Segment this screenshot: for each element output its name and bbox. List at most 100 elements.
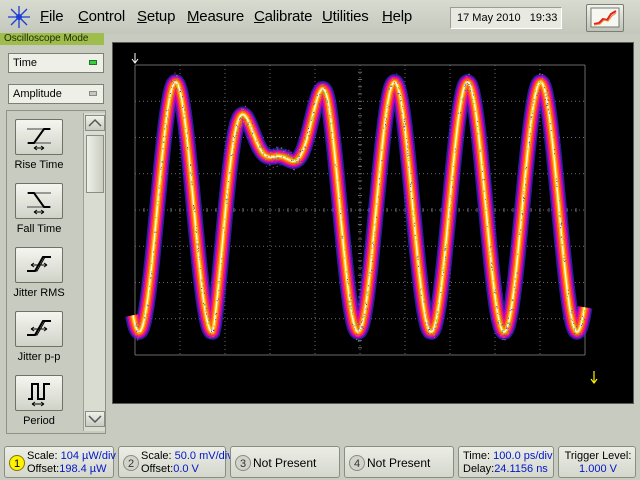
trigger-setup[interactable]: Trigger Level: 1.000 V bbox=[558, 446, 636, 478]
persistence-speckle bbox=[432, 329, 433, 330]
persistence-speckle bbox=[427, 333, 428, 334]
acquisition-run-button[interactable] bbox=[586, 4, 624, 32]
channel-4-setup[interactable]: 4 Not Present bbox=[344, 446, 454, 478]
persistence-speckle bbox=[403, 126, 404, 127]
persistence-speckle bbox=[136, 331, 137, 332]
persistence-speckle bbox=[325, 99, 326, 100]
persistence-speckle bbox=[547, 104, 548, 105]
persistence-speckle bbox=[367, 295, 368, 296]
persistence-speckle bbox=[436, 321, 437, 322]
persistence-speckle bbox=[155, 243, 156, 244]
jitter-pp-button[interactable] bbox=[15, 311, 63, 347]
persistence-speckle bbox=[475, 111, 476, 112]
persistence-speckle bbox=[173, 94, 174, 95]
channel-1-setup[interactable]: 1 Scale: 104 µW/div Offset:198.4 µW bbox=[4, 446, 114, 478]
persistence-speckle bbox=[379, 184, 380, 185]
menu-setup[interactable]: Setup bbox=[137, 8, 175, 25]
persistence-speckle bbox=[376, 203, 377, 204]
scroll-down-arrow-icon bbox=[86, 412, 104, 426]
persistence-speckle bbox=[156, 232, 157, 233]
persistence-speckle bbox=[270, 156, 271, 157]
persistence-speckle bbox=[321, 85, 322, 86]
persistence-speckle bbox=[350, 295, 351, 296]
persistence-speckle bbox=[351, 309, 352, 310]
persistence-speckle bbox=[373, 241, 374, 242]
persistence-speckle bbox=[288, 154, 289, 155]
persistence-speckle bbox=[250, 126, 251, 127]
persistence-speckle bbox=[325, 88, 326, 89]
persistence-speckle bbox=[275, 156, 276, 157]
persistence-speckle bbox=[261, 145, 262, 146]
scroll-down-button[interactable] bbox=[85, 411, 105, 427]
persistence-speckle bbox=[403, 108, 404, 109]
time-measurement-dropdown[interactable]: Time bbox=[8, 53, 104, 73]
menu-measure[interactable]: Measure bbox=[187, 8, 244, 25]
persistence-speckle bbox=[531, 116, 532, 117]
persistence-speckle bbox=[498, 320, 499, 321]
period-button[interactable] bbox=[15, 375, 63, 411]
persistence-speckle bbox=[396, 74, 397, 75]
persistence-speckle bbox=[365, 303, 366, 304]
persistence-speckle bbox=[438, 314, 439, 315]
persistence-speckle bbox=[542, 74, 543, 75]
persistence-speckle bbox=[140, 324, 141, 325]
menu-utilities[interactable]: Utilities bbox=[322, 8, 369, 25]
persistence-speckle bbox=[362, 320, 363, 321]
persistence-speckle bbox=[508, 333, 509, 334]
persistence-speckle bbox=[548, 109, 549, 110]
persistence-speckle bbox=[431, 324, 432, 325]
measurement-toolbar: Rise Time Fall Time Jitter RMS Jitter p-… bbox=[6, 110, 106, 434]
persistence-speckle bbox=[240, 118, 241, 119]
persistence-speckle bbox=[191, 181, 192, 182]
persistence-speckle bbox=[445, 246, 446, 247]
waveform-display[interactable] bbox=[112, 42, 634, 404]
persistence-speckle bbox=[165, 123, 166, 124]
persistence-speckle bbox=[497, 308, 498, 309]
persistence-speckle bbox=[224, 219, 225, 220]
persistence-speckle bbox=[147, 314, 148, 315]
persistence-speckle bbox=[533, 102, 534, 103]
persistence-speckle bbox=[572, 313, 573, 314]
persistence-speckle bbox=[539, 77, 540, 78]
persistence-speckle bbox=[451, 200, 452, 201]
amplitude-measurement-dropdown[interactable]: Amplitude bbox=[8, 84, 104, 104]
fall-time-button[interactable] bbox=[15, 183, 63, 219]
menu-file[interactable]: File bbox=[40, 8, 63, 25]
persistence-speckle bbox=[344, 249, 345, 250]
channel-2-setup[interactable]: 2 Scale: 50.0 mV/div Offset:0.0 V bbox=[118, 446, 226, 478]
persistence-speckle bbox=[471, 79, 472, 80]
persistence-speckle bbox=[575, 334, 576, 335]
jitter-rms-button[interactable] bbox=[15, 247, 63, 283]
persistence-speckle bbox=[429, 329, 430, 330]
persistence-speckle bbox=[465, 90, 466, 91]
channel-3-setup[interactable]: 3 Not Present bbox=[230, 446, 340, 478]
channel-1-scale-label: Scale: bbox=[27, 450, 61, 462]
scroll-up-button[interactable] bbox=[85, 115, 105, 131]
timebase-setup[interactable]: Time: 100.0 ps/div Delay:24.1156 ns bbox=[458, 446, 554, 478]
persistence-speckle bbox=[465, 88, 466, 89]
delay-value: 24.1156 ns bbox=[494, 463, 548, 475]
persistence-speckle bbox=[366, 304, 367, 305]
persistence-speckle bbox=[437, 315, 438, 316]
persistence-speckle bbox=[386, 119, 387, 120]
measurement-scrollbar[interactable] bbox=[83, 113, 105, 431]
channel-4-status: Not Present bbox=[367, 456, 430, 470]
persistence-speckle bbox=[385, 117, 386, 118]
persistence-speckle bbox=[166, 126, 167, 127]
menu-control[interactable]: Control bbox=[78, 8, 125, 25]
persistence-speckle bbox=[436, 319, 437, 320]
persistence-speckle bbox=[441, 295, 442, 296]
menu-calibrate[interactable]: Calibrate bbox=[254, 8, 312, 25]
persistence-speckle bbox=[443, 266, 444, 267]
menu-help[interactable]: Help bbox=[382, 8, 412, 25]
persistence-speckle bbox=[239, 126, 240, 127]
rise-time-button[interactable] bbox=[15, 119, 63, 155]
persistence-speckle bbox=[336, 166, 337, 167]
time-text: 19:33 bbox=[530, 12, 558, 24]
persistence-speckle bbox=[502, 339, 503, 340]
persistence-speckle bbox=[285, 150, 286, 151]
persistence-speckle bbox=[470, 90, 471, 91]
scroll-thumb[interactable] bbox=[86, 135, 104, 193]
persistence-speckle bbox=[319, 104, 320, 105]
persistence-speckle bbox=[406, 138, 407, 139]
